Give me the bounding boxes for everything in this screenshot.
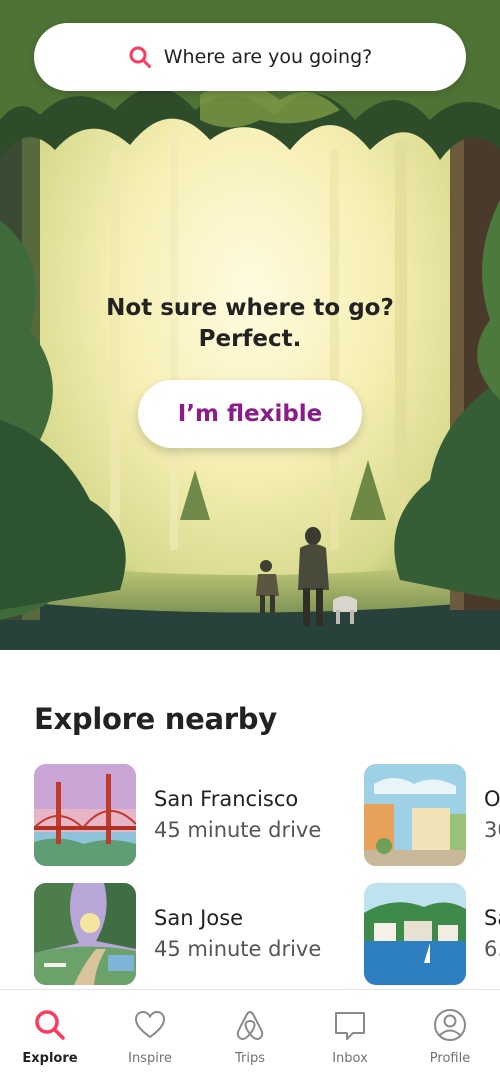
- bottom-navigation: Explore Inspire Trips Inbox Profile: [0, 989, 500, 1081]
- hero-line-2: Perfect.: [198, 326, 302, 352]
- search-bar[interactable]: Where are you going?: [34, 23, 466, 91]
- explore-nearby-title: Explore nearby: [34, 702, 277, 736]
- nav-label-inbox: Inbox: [332, 1051, 368, 1066]
- nav-item-explore[interactable]: Explore: [0, 990, 100, 1081]
- nearby-drive-time: 45 minute drive: [154, 937, 322, 961]
- nav-item-inspire[interactable]: Inspire: [100, 990, 200, 1081]
- search-icon: [35, 1010, 65, 1040]
- airbnb-logo-icon: [236, 1011, 264, 1040]
- san-jose-thumbnail: [34, 883, 136, 985]
- nav-label-trips: Trips: [234, 1051, 265, 1066]
- nav-label-explore: Explore: [22, 1051, 78, 1066]
- nearby-drive-time: 30: [484, 818, 500, 842]
- search-placeholder: Where are you going?: [163, 46, 373, 68]
- nav-item-profile[interactable]: Profile: [400, 990, 500, 1081]
- chat-bubble-icon: [335, 1012, 365, 1040]
- user-icon: [434, 1009, 466, 1041]
- nav-item-inbox[interactable]: Inbox: [300, 990, 400, 1081]
- nearby-drive-time: 45 minute drive: [154, 818, 322, 842]
- heart-icon: [134, 1010, 166, 1039]
- nav-label-inspire: Inspire: [128, 1051, 172, 1066]
- nearby-name: O: [484, 787, 500, 811]
- nearby-card-partial-1[interactable]: O 30: [364, 764, 500, 866]
- nearby-card-partial-2[interactable]: Sa 6.: [364, 883, 500, 985]
- partial-2-thumbnail: [364, 883, 466, 985]
- partial-1-thumbnail: [364, 764, 466, 866]
- nearby-card-san-francisco[interactable]: San Francisco 45 minute drive: [34, 764, 321, 866]
- nav-item-trips[interactable]: Trips: [200, 990, 300, 1081]
- nearby-card-san-jose[interactable]: San Jose 45 minute drive: [34, 883, 321, 985]
- hero-banner: Where are you going? Not sure where to g…: [0, 0, 500, 650]
- hero-headline: Not sure where to go? Perfect.: [0, 293, 500, 355]
- im-flexible-button[interactable]: I’m flexible: [138, 380, 362, 448]
- san-francisco-thumbnail: [34, 764, 136, 866]
- nav-label-profile: Profile: [429, 1051, 471, 1066]
- nearby-name: Sa: [484, 906, 500, 930]
- nearby-drive-time: 6.: [484, 937, 500, 961]
- hero-line-1: Not sure where to go?: [106, 295, 394, 321]
- nearby-name: San Francisco: [154, 787, 299, 811]
- search-icon: [129, 46, 151, 68]
- nearby-name: San Jose: [154, 906, 244, 930]
